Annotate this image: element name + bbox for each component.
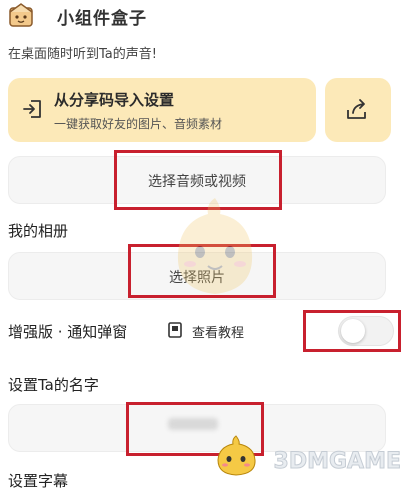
import-title: 从分享码导入设置 — [54, 91, 175, 109]
watermark-mascot-icon — [212, 432, 262, 478]
mascot-watermark-icon — [160, 190, 270, 310]
name-section-label: 设置Ta的名字 — [8, 376, 99, 394]
app-title: 小组件盒子 — [57, 9, 147, 29]
subtitle-section-label: 设置字幕 — [8, 472, 69, 490]
share-button[interactable] — [325, 78, 391, 142]
annotation-box-toggle — [303, 310, 401, 352]
import-from-share-code-button[interactable]: 从分享码导入设置 一键获取好友的图片、音频素材 — [8, 78, 316, 142]
app-logo-icon — [6, 0, 42, 30]
view-tutorial-link[interactable]: 查看教程 — [192, 322, 244, 341]
watermark-text: 3DMGAME — [273, 449, 401, 475]
album-section-label: 我的相册 — [8, 222, 69, 240]
share-icon — [345, 98, 369, 122]
notify-section-label: 增强版 · 通知弹窗 — [8, 323, 128, 341]
tutorial-book-icon[interactable] — [168, 322, 182, 338]
import-subtitle: 一键获取好友的图片、音频素材 — [54, 117, 223, 131]
import-icon — [22, 98, 44, 120]
app-subtitle: 在桌面随时听到Ta的声音! — [8, 47, 157, 62]
